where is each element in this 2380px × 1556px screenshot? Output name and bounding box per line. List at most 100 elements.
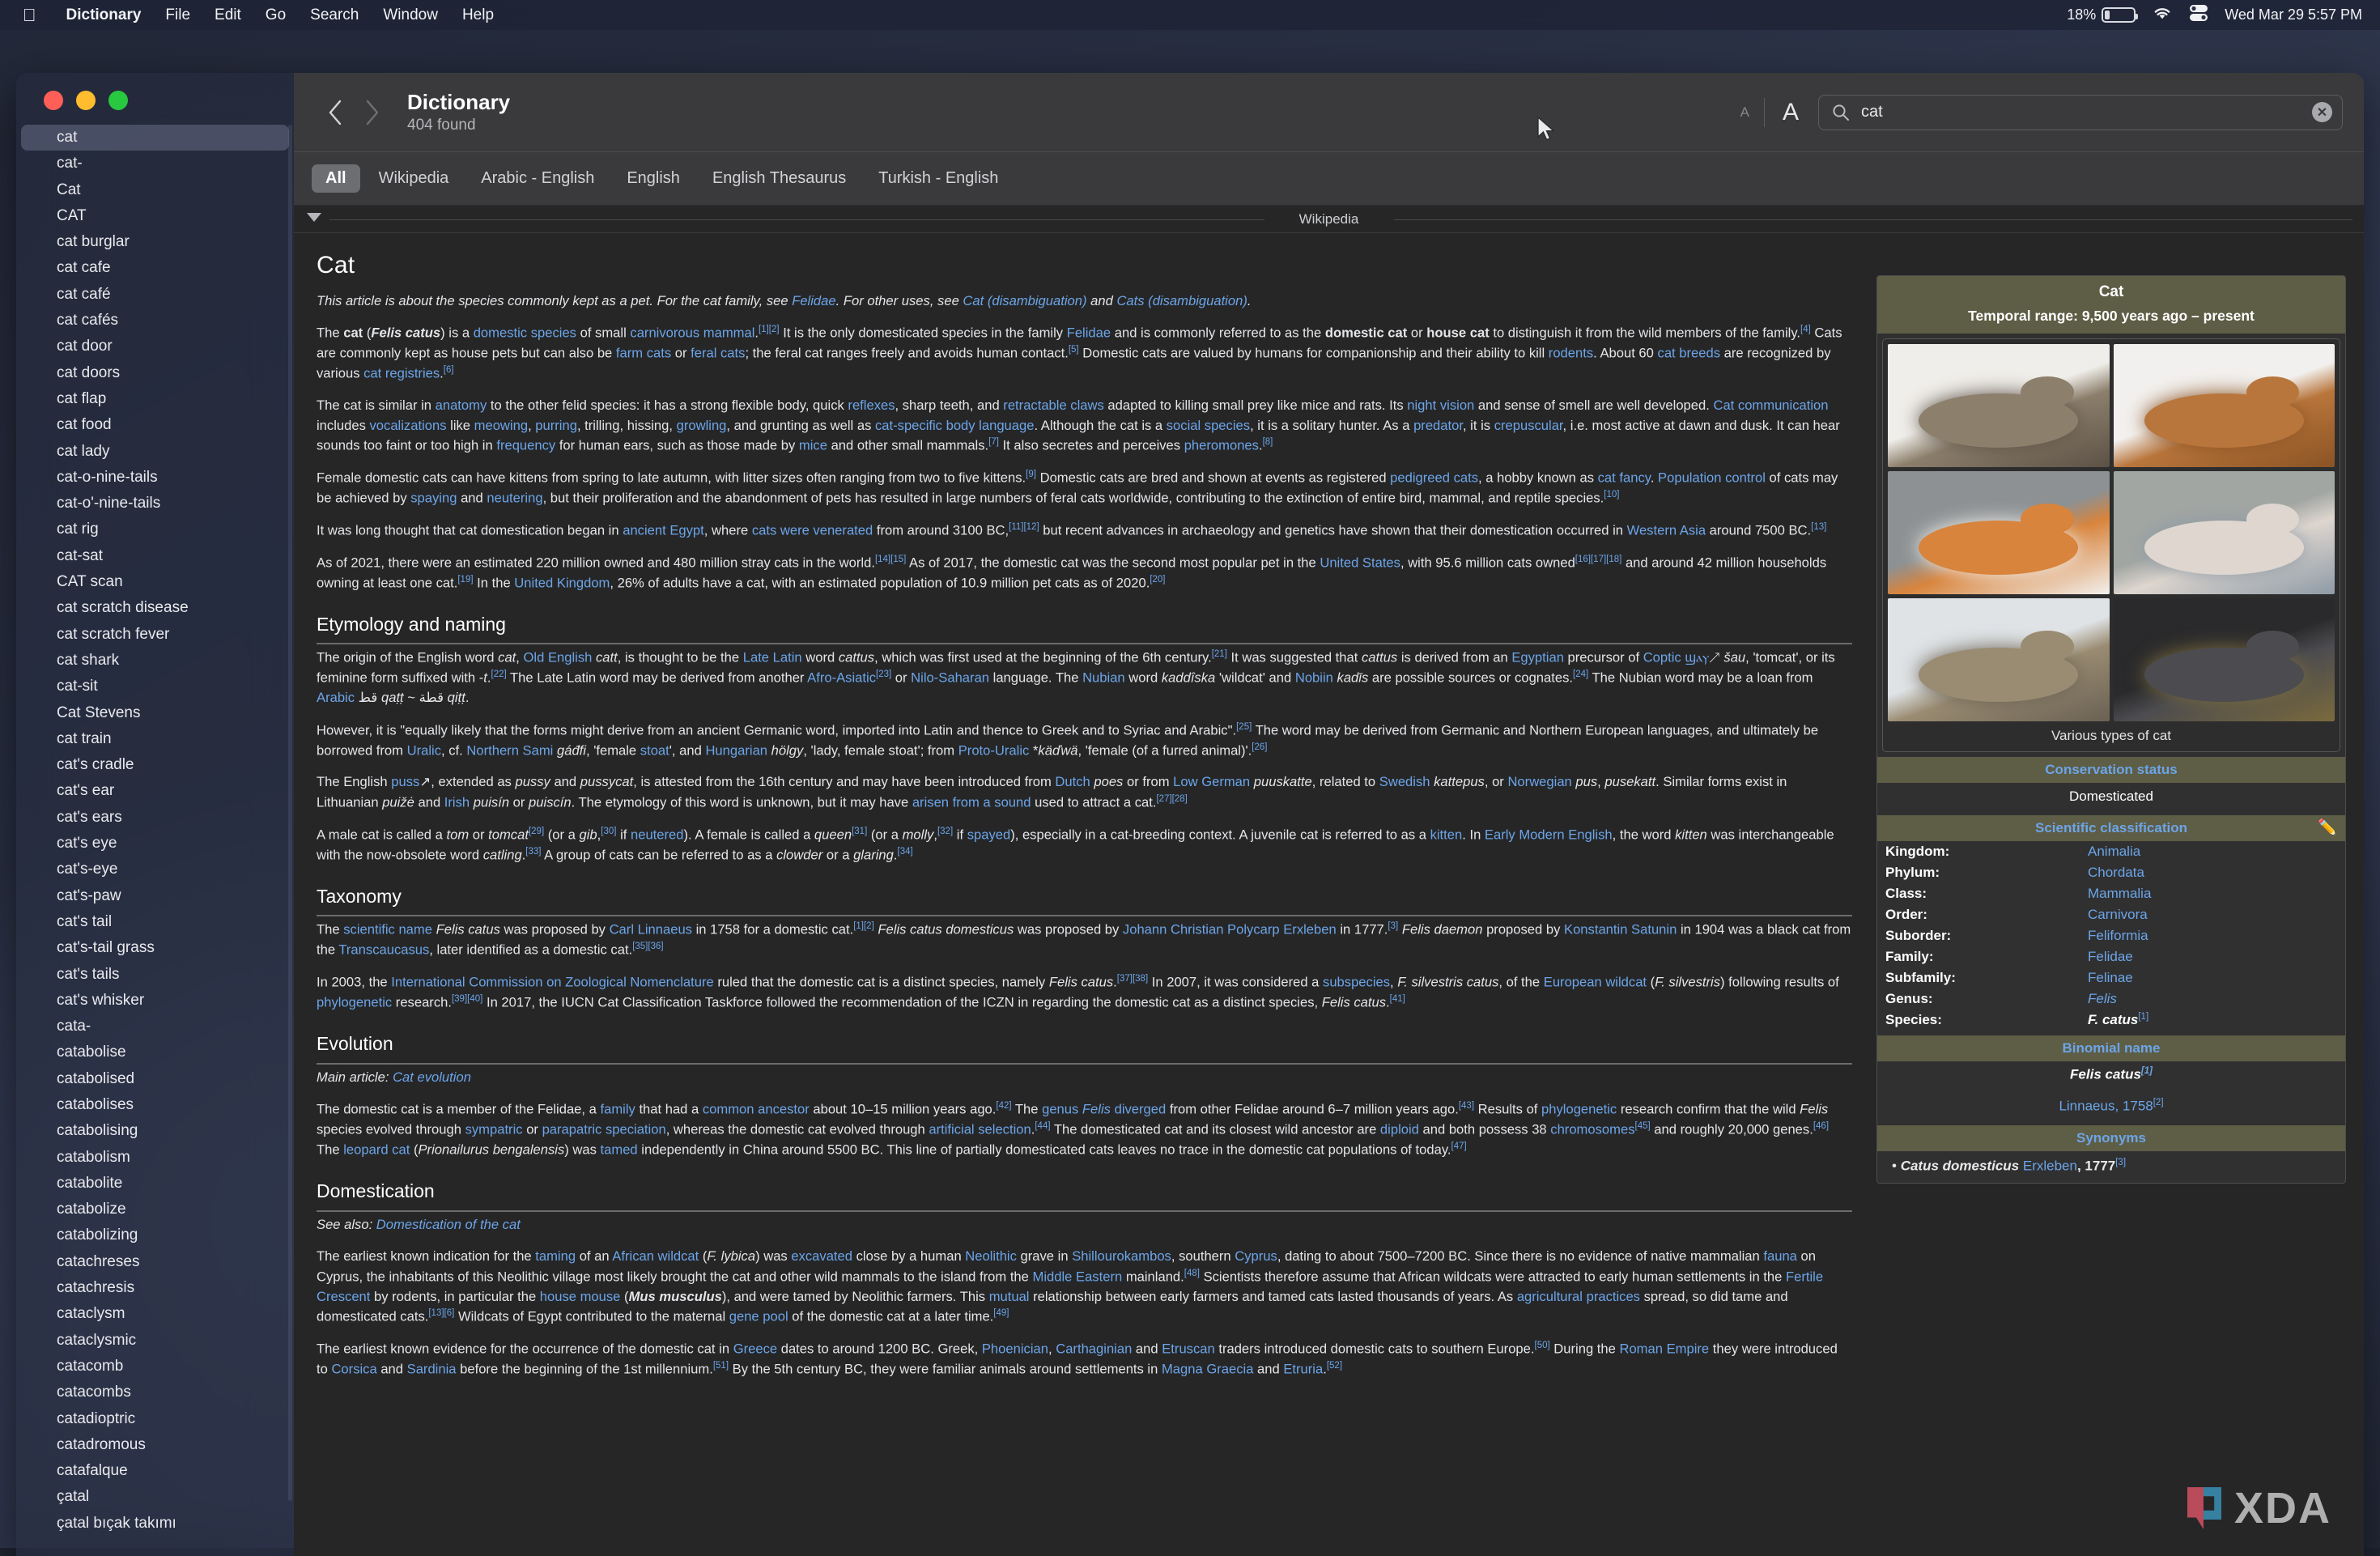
reference-marker[interactable]: [43] [1459,1101,1474,1111]
article-link[interactable]: Phoenician [982,1341,1048,1356]
article-link[interactable]: Corsica [331,1361,376,1376]
reference-marker[interactable]: [37][38] [1117,974,1148,984]
reference-marker[interactable]: [13] [1811,522,1826,532]
taxonomy-rank-value[interactable]: Mammalia [2088,886,2151,902]
taxonomy-rank-value[interactable]: Feliformia [2088,928,2148,944]
see-also-link[interactable]: Domestication of the cat [376,1217,521,1232]
article-link[interactable]: Late Latin [743,650,802,665]
reference-marker[interactable]: [51] [713,1361,729,1371]
article-link[interactable]: anatomy [436,398,487,413]
article-link[interactable]: Etruscan [1162,1341,1214,1356]
close-button[interactable] [44,91,63,110]
article-link[interactable]: carnivorous mammal [630,325,754,341]
article-link[interactable]: Felidae [1067,325,1111,341]
menu-item-go[interactable]: Go [253,6,298,24]
article-link[interactable]: cat fancy [1598,470,1651,485]
reference-marker[interactable]: [3] [2115,1158,2126,1167]
article-link[interactable]: excavated [791,1248,852,1264]
taxonomy-rank-value[interactable]: Felidae [2088,949,2133,965]
binomial-name-header[interactable]: Binomial name [1877,1035,2345,1061]
article-link[interactable]: taming [535,1248,576,1264]
reference-marker[interactable]: [49] [993,1308,1009,1318]
article-link[interactable]: Low German [1173,774,1250,789]
taxonomy-rank-value[interactable]: Felis [2088,991,2117,1007]
article-link[interactable]: sympatric [465,1122,523,1137]
reference-marker[interactable]: [6] [444,365,454,375]
tab-all[interactable]: All [312,164,360,193]
sidebar-word-catabolite[interactable]: catabolite [21,1171,289,1197]
zoom-button[interactable] [108,91,128,110]
sidebar-word-cat[interactable]: cat [21,125,289,151]
sidebar-word-cat-caf-[interactable]: cat café [21,282,289,308]
sidebar-word-cat-[interactable]: cat- [21,151,289,176]
reference-marker[interactable]: [25] [1236,722,1252,732]
article-link[interactable]: Cat (disambiguation) [963,293,1086,308]
article-link[interactable]: meowing [474,418,528,433]
article-link[interactable]: parapatric speciation [542,1122,666,1137]
battery-status[interactable]: 18% [2067,6,2136,23]
sidebar-word-cat-s-cradle[interactable]: cat's cradle [21,752,289,778]
sidebar-word-cataclysmic[interactable]: cataclysmic [21,1328,289,1354]
reference-marker[interactable]: [1][2] [759,325,780,334]
sidebar-word-cat-s-paw[interactable]: cat's-paw [21,883,289,909]
article-link[interactable]: Dutch [1055,774,1090,789]
article-link[interactable]: Johann Christian Polycarp Erxleben [1123,922,1337,937]
reference-marker[interactable]: [22] [491,670,507,679]
article-link[interactable]: mutual [989,1289,1030,1304]
synonyms-header[interactable]: Synonyms [1877,1125,2345,1151]
article-link[interactable]: puss [391,774,419,789]
pencil-edit-icon[interactable]: ✏️ [2318,818,2337,837]
search-field[interactable]: cat ✕ [1818,95,2343,130]
control-center-icon[interactable] [2189,4,2208,27]
back-button[interactable] [318,94,354,131]
article-link[interactable]: night vision [1407,398,1474,413]
article-link[interactable]: gene pool [729,1308,788,1324]
sidebar-word-cat-scratch-disease[interactable]: cat scratch disease [21,595,289,621]
article-link[interactable]: crepuscular [1494,418,1563,433]
binomial-authority[interactable]: Linnaeus, 1758[2] [1877,1085,2345,1121]
sidebar-word-list[interactable]: catcat-CatCATcat burglarcat cafecat café… [16,73,294,1556]
sidebar-word-cat-rig[interactable]: cat rig [21,517,289,542]
sidebar-word-cat-lady[interactable]: cat lady [21,439,289,465]
article-link[interactable]: Sardinia [407,1361,457,1376]
article-link[interactable]: Afro-Asiatic [807,670,876,686]
reference-marker[interactable]: [8] [1263,437,1273,447]
article-link[interactable]: cat-specific body language [875,418,1034,433]
reference-marker[interactable]: [13][6] [428,1308,454,1318]
article-link[interactable]: cats were venerated [752,522,873,538]
reference-marker[interactable]: [14][15] [875,555,906,564]
article-link[interactable]: frequency [496,438,555,453]
article-link[interactable]: Arabic [317,690,355,705]
sidebar-word-catachreses[interactable]: catachreses [21,1249,289,1275]
reference-marker[interactable]: [42] [996,1101,1011,1111]
sidebar-word-catabolise[interactable]: catabolise [21,1039,289,1065]
sidebar-word--atal[interactable]: çatal [21,1484,289,1510]
sidebar-word-cat-doors[interactable]: cat doors [21,360,289,386]
sidebar-word-cat-s-tails[interactable]: cat's tails [21,962,289,988]
article-link[interactable]: Population control [1658,470,1766,485]
sidebar-word-catabolises[interactable]: catabolises [21,1092,289,1118]
reference-marker[interactable]: [3] [1388,921,1398,931]
article-link[interactable]: Norwegian [1507,774,1571,789]
sidebar-word-cat-burglar[interactable]: cat burglar [21,229,289,255]
conservation-status-header[interactable]: Conservation status [1877,757,2345,783]
article-link[interactable]: Early Modern English [1485,827,1613,842]
sidebar-word-catachresis[interactable]: catachresis [21,1275,289,1301]
article-link[interactable]: phylogenetic [317,995,392,1010]
article-link[interactable]: social species [1167,418,1250,433]
external-link-icon[interactable]: ↗ [419,774,431,789]
reference-marker[interactable]: [30] [601,827,616,836]
reference-marker[interactable]: [1] [2141,1066,2153,1076]
article-link[interactable]: pheromones [1184,438,1259,453]
sidebar-word-cat-s-whisker[interactable]: cat's whisker [21,988,289,1014]
article-link[interactable]: neutering [487,490,542,505]
article-link[interactable]: leopard cat [343,1142,410,1158]
reference-marker[interactable]: [5] [1069,345,1079,355]
reference-marker[interactable]: [21] [1212,649,1227,659]
article-link[interactable]: Cat communication [1713,398,1828,413]
tab-english[interactable]: English [613,164,694,193]
article-link[interactable]: farm cats [616,346,671,361]
article-link[interactable]: retractable claws [1003,398,1104,413]
synonym-author[interactable]: Erxleben [2023,1158,2077,1174]
sidebar-word-catafalque[interactable]: catafalque [21,1458,289,1484]
